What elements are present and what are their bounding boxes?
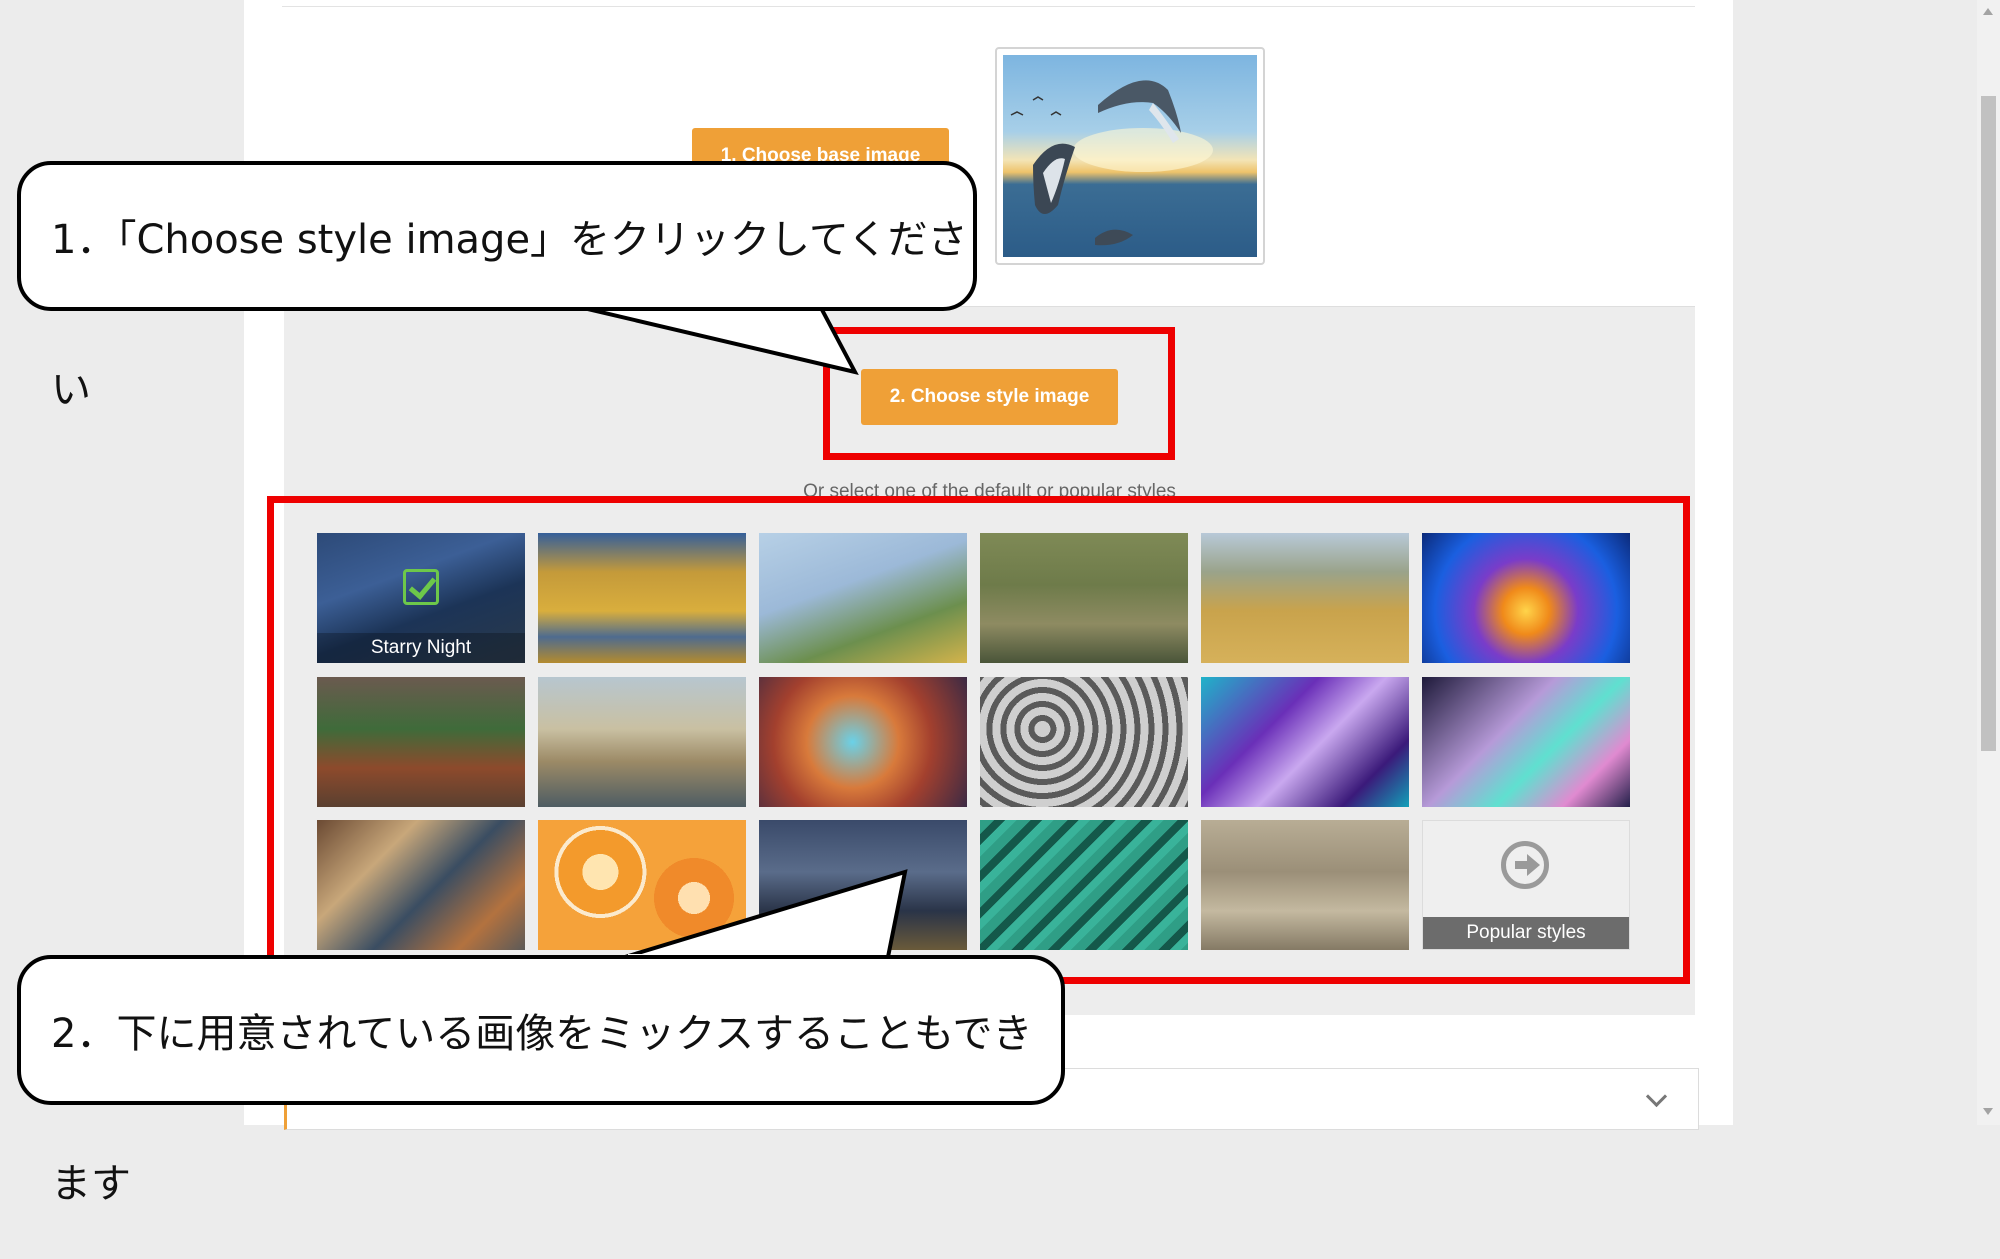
callout-step-1: 1．「Choose style image」をクリックしてください [17, 161, 977, 413]
callout-step-2: 2．下に用意されている画像をミックスすることもできます [17, 955, 1065, 1207]
scroll-up-icon[interactable] [1983, 8, 1993, 15]
scrollbar[interactable] [1977, 0, 2000, 1125]
scrollbar-thumb[interactable] [1981, 96, 1996, 751]
scroll-down-icon[interactable] [1983, 1108, 1993, 1115]
